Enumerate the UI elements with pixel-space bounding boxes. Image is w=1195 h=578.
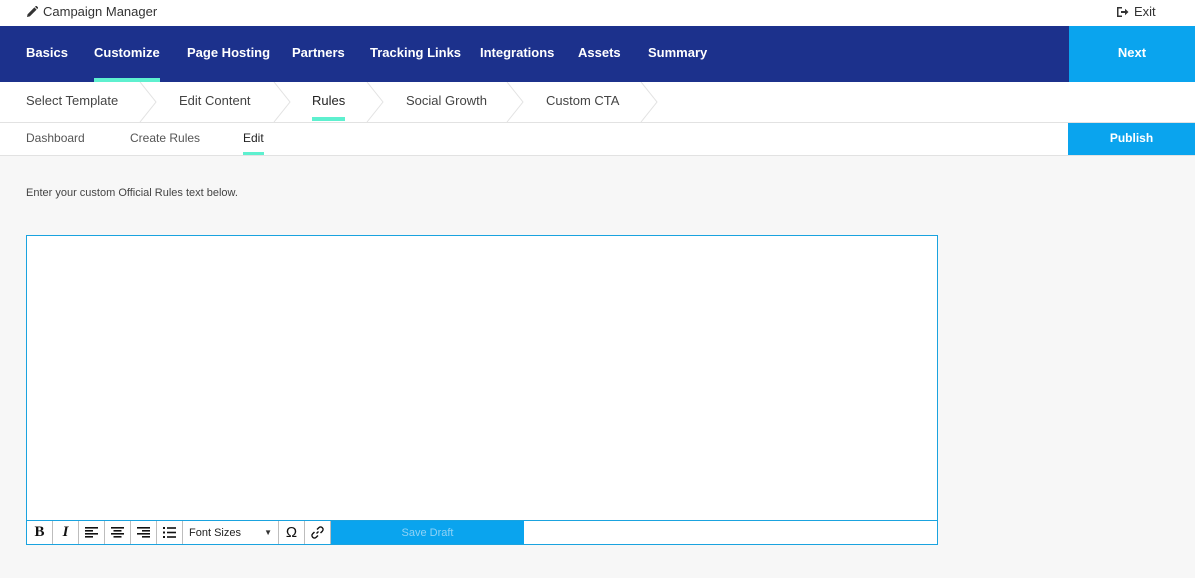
bullet-list-button[interactable]: [157, 521, 183, 544]
main-nav: Basics Customize Page Hosting Partners T…: [0, 26, 1195, 82]
font-sizes-select[interactable]: Font Sizes ▼: [183, 521, 279, 544]
link-icon: [311, 526, 324, 539]
align-right-icon: [137, 527, 150, 538]
rules-text-area[interactable]: [27, 236, 937, 520]
nav-customize[interactable]: Customize: [94, 26, 160, 82]
align-center-button[interactable]: [105, 521, 131, 544]
exit-label: Exit: [1134, 4, 1156, 19]
exit-button[interactable]: Exit: [1116, 4, 1156, 19]
step-edit-content[interactable]: Edit Content: [179, 82, 251, 122]
font-sizes-label: Font Sizes: [189, 526, 241, 539]
bold-button[interactable]: B: [27, 521, 53, 544]
chevron-right-icon: [273, 82, 291, 122]
app-title: Campaign Manager: [43, 4, 158, 19]
bullet-list-icon: [163, 527, 176, 538]
nav-integrations[interactable]: Integrations: [480, 26, 554, 82]
nav-summary[interactable]: Summary: [648, 26, 707, 82]
tab-create-rules[interactable]: Create Rules: [130, 123, 200, 155]
nav-assets[interactable]: Assets: [578, 26, 621, 82]
nav-basics[interactable]: Basics: [26, 26, 68, 82]
pencil-icon: [26, 5, 38, 18]
nav-tracking-links[interactable]: Tracking Links: [370, 26, 461, 82]
step-breadcrumb: Select Template Edit Content Rules Socia…: [0, 82, 1195, 123]
top-bar: Campaign Manager Exit: [0, 0, 1195, 26]
caret-down-icon: ▼: [264, 528, 272, 537]
align-center-icon: [111, 527, 124, 538]
next-button[interactable]: Next: [1069, 26, 1195, 82]
chevron-right-icon: [139, 82, 157, 122]
step-select-template[interactable]: Select Template: [26, 82, 118, 122]
align-left-icon: [85, 527, 98, 538]
editor-instructions: Enter your custom Official Rules text be…: [26, 187, 238, 199]
italic-button[interactable]: I: [53, 521, 79, 544]
editor-toolbar: B I Font Sizes ▼ Ω Save Draft: [27, 520, 937, 544]
chevron-right-icon: [366, 82, 384, 122]
exit-icon: [1116, 6, 1129, 18]
nav-partners[interactable]: Partners: [292, 26, 345, 82]
special-character-button[interactable]: Ω: [279, 521, 305, 544]
step-custom-cta[interactable]: Custom CTA: [546, 82, 619, 122]
save-draft-button[interactable]: Save Draft: [331, 521, 524, 544]
align-right-button[interactable]: [131, 521, 157, 544]
nav-page-hosting[interactable]: Page Hosting: [187, 26, 270, 82]
sub-nav: Dashboard Create Rules Edit: [0, 123, 1195, 156]
rules-editor: B I Font Sizes ▼ Ω Save Draft: [26, 235, 938, 545]
step-rules[interactable]: Rules: [312, 82, 346, 122]
publish-button[interactable]: Publish: [1068, 123, 1195, 155]
insert-link-button[interactable]: [305, 521, 331, 544]
chevron-right-icon: [506, 82, 524, 122]
chevron-right-icon: [640, 82, 658, 122]
step-social-growth[interactable]: Social Growth: [406, 82, 487, 122]
tab-edit[interactable]: Edit: [243, 123, 264, 155]
align-left-button[interactable]: [79, 521, 105, 544]
app-brand: Campaign Manager: [26, 4, 157, 19]
tab-dashboard[interactable]: Dashboard: [26, 123, 85, 155]
